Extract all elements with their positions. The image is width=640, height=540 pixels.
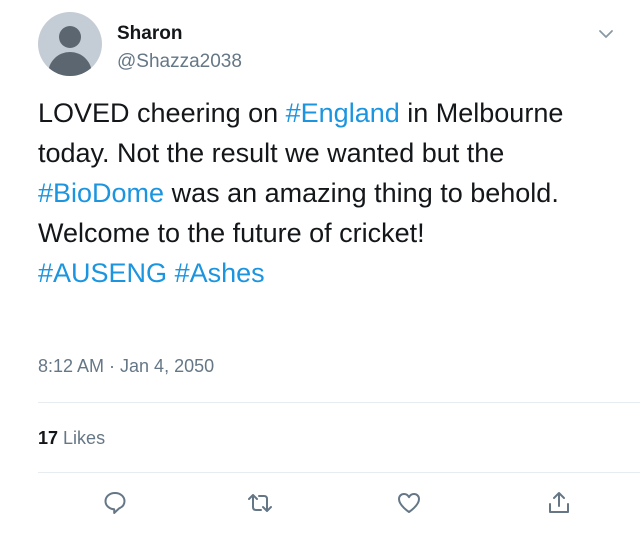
tweet-timestamp[interactable]: 8:12 AM · Jan 4, 2050 bbox=[38, 356, 214, 377]
hashtag-line: #AUSENG #Ashes bbox=[38, 253, 634, 293]
divider bbox=[38, 402, 640, 403]
display-name[interactable]: Sharon bbox=[117, 23, 182, 45]
chevron-down-icon[interactable] bbox=[598, 26, 614, 42]
user-handle[interactable]: @Shazza2038 bbox=[117, 51, 242, 73]
tweet-text-segment: LOVED cheering on bbox=[38, 98, 286, 128]
tweet-text: LOVED cheering on #England in Melbourne … bbox=[38, 93, 634, 293]
share-icon[interactable] bbox=[546, 490, 574, 518]
hashtag-link[interactable]: #BioDome bbox=[38, 178, 164, 208]
divider bbox=[38, 472, 640, 473]
likes-count: 17 bbox=[38, 428, 59, 448]
hashtag-link[interactable]: #England bbox=[286, 98, 400, 128]
avatar[interactable] bbox=[38, 12, 102, 76]
tweet-card: Sharon @Shazza2038 LOVED cheering on #En… bbox=[0, 0, 640, 540]
default-avatar-icon bbox=[59, 26, 81, 48]
hashtag-link[interactable]: #AUSENG bbox=[38, 258, 167, 288]
action-bar bbox=[38, 490, 640, 530]
heart-icon[interactable] bbox=[396, 490, 424, 518]
retweet-icon[interactable] bbox=[246, 490, 274, 518]
likes-label: Likes bbox=[63, 428, 106, 448]
hashtag-link[interactable]: #Ashes bbox=[175, 258, 265, 288]
tweet-header: Sharon @Shazza2038 bbox=[38, 12, 628, 82]
reply-icon[interactable] bbox=[102, 490, 130, 518]
likes-stat[interactable]: 17 Likes bbox=[38, 428, 105, 449]
